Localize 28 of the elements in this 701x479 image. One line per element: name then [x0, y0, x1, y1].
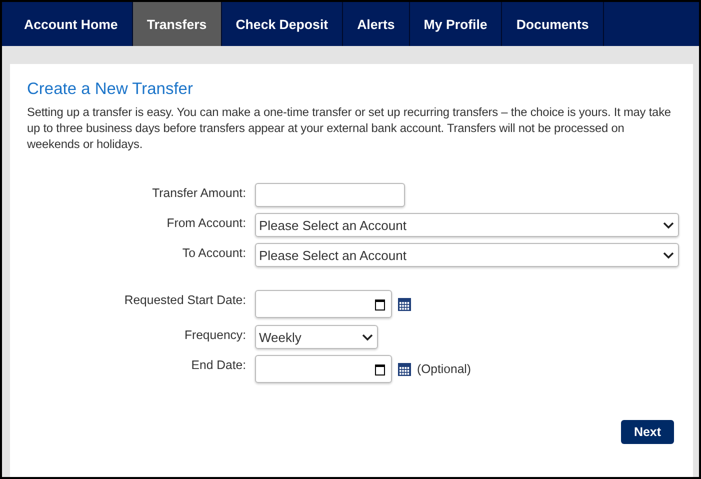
amount-field[interactable]: [255, 183, 405, 207]
calendar-icon[interactable]: [398, 298, 411, 310]
account-select[interactable]: Weekly: [255, 325, 378, 349]
calendar-icon: [374, 298, 386, 310]
nav-tab[interactable]: Alerts: [343, 2, 410, 46]
field-label: Frequency:: [184, 327, 246, 344]
field-label: To Account:: [182, 245, 246, 262]
field-label: From Account:: [166, 215, 246, 232]
chevron-down-icon: [663, 222, 674, 228]
date-field[interactable]: [255, 290, 392, 318]
nav-tab[interactable]: Documents: [502, 2, 604, 46]
optional-note: (Optional): [417, 362, 471, 376]
field-label: End Date:: [191, 357, 246, 374]
calendar-icon: [374, 362, 386, 376]
date-field[interactable]: [255, 355, 392, 383]
nav-tab[interactable]: My Profile: [410, 2, 502, 46]
account-select[interactable]: Please Select an Account: [255, 213, 679, 237]
nav-tab[interactable]: Check Deposit: [222, 2, 344, 46]
next-button[interactable]: Next: [621, 420, 674, 444]
account-select[interactable]: Please Select an Account: [255, 243, 679, 267]
calendar-icon[interactable]: [398, 362, 411, 376]
chevron-down-icon: [663, 252, 674, 258]
chevron-down-icon: [362, 334, 373, 340]
field-label: Requested Start Date:: [124, 292, 246, 309]
page-title: Create a New Transfer: [27, 80, 194, 99]
field-label: Transfer Amount:: [152, 185, 246, 202]
intro-text: Setting up a transfer is easy. You can make a one-time transfer or set up recurring transfers – the choice is yours. It may take up to three business days before transfers appear at your external bank account. Transfers will not be processed on weekends or holidays.: [27, 104, 672, 152]
nav-tab[interactable]: Transfers: [132, 2, 222, 46]
